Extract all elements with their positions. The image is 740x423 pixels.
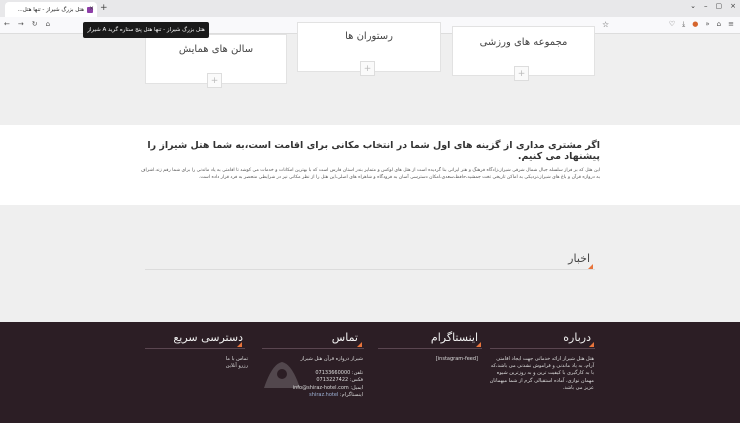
contact-fax: فکس: 0713227422	[316, 377, 363, 384]
contact-instagram-label: اینستاگرام:	[339, 391, 363, 398]
tab-title: هتل بزرگ شیراز - تنها هتل...	[17, 6, 84, 13]
contact-phone: تلفن: 07133660000	[315, 370, 363, 377]
news-divider	[145, 269, 595, 270]
card-sports-plus-icon[interactable]: +	[514, 66, 529, 81]
quick-link-reserve[interactable]: رزرو آنلاین	[168, 363, 248, 370]
footer-instagram-divider	[378, 348, 482, 349]
footer-quick-links: تماس با ما رزرو آنلاین	[168, 356, 248, 370]
contact-instagram-link[interactable]: shiraz.hotel	[309, 392, 338, 398]
footer: درباره هتل هتل شیراز ارائه خدماتی جهت ای…	[0, 322, 740, 423]
overflow-icon[interactable]: »	[705, 20, 709, 29]
footer-about-divider	[490, 348, 595, 349]
maximize-icon[interactable]: ▢	[716, 2, 723, 10]
forward-icon[interactable]: →	[18, 20, 24, 28]
browser-tab-bar: هتل بزرگ شیراز - تنها هتل... × + ⌄ – ▢ ×	[0, 0, 740, 17]
intro-section: اگر مشتری مداری از گزینه های اول شما در …	[0, 125, 740, 205]
new-tab-button[interactable]: +	[100, 2, 108, 14]
footer-about-accent-icon	[589, 342, 594, 347]
contact-address: شیراز دروازه قرآن هتل شیراز	[300, 356, 364, 362]
browser-tab[interactable]: هتل بزرگ شیراز - تنها هتل... ×	[5, 2, 97, 17]
window-close-icon[interactable]: ×	[730, 2, 736, 10]
profile-icon[interactable]: ●	[692, 20, 698, 29]
tab-close-icon[interactable]: ×	[89, 5, 94, 12]
back-icon[interactable]: ←	[4, 20, 10, 28]
home-icon[interactable]: ⌂	[46, 20, 50, 28]
extensions-icon[interactable]: ⌂	[717, 20, 721, 29]
reload-icon[interactable]: ↻	[32, 20, 38, 28]
footer-about-text: هتل هتل شیراز ارائه خدماتی جهت ایجاد اقا…	[489, 356, 594, 391]
window-controls: ⌄ – ▢ ×	[690, 2, 736, 10]
card-sports[interactable]: مجموعه های ورزشی +	[452, 26, 595, 81]
footer-instagram-title: اینستاگرام	[430, 331, 478, 344]
contact-instagram: اینستاگرام: shiraz.hotel	[253, 392, 363, 399]
card-sports-title: مجموعه های ورزشی	[479, 37, 568, 48]
downloads-icon[interactable]: ⤓	[682, 20, 685, 29]
footer-contact-title: تماس	[331, 331, 358, 344]
pocket-icon[interactable]: ♡	[669, 20, 675, 29]
intro-text: این هتل که بر فراز سلسله جبال شمال شرقی …	[140, 168, 600, 180]
minimize-icon[interactable]: –	[704, 2, 708, 10]
card-halls[interactable]: سالن های همایش +	[145, 34, 287, 88]
bookmark-star-icon[interactable]: ☆	[602, 20, 609, 29]
card-halls-title: سالن های همایش	[178, 44, 254, 55]
menu-icon[interactable]: ≡	[728, 20, 734, 29]
contact-email[interactable]: ایمیل: info@shiraz-hotel.com	[253, 385, 363, 392]
footer-quick-accent-icon	[237, 342, 242, 347]
footer-instagram-accent-icon	[476, 342, 481, 347]
tab-tooltip: هتل بزرگ شیراز - تنها هتل پنج ستاره گرید…	[83, 22, 209, 38]
footer-contact-info: شیراز دروازه قرآن هتل شیراز تلفن: 071336…	[253, 356, 363, 399]
footer-quick-title: دسترسی سریع	[173, 331, 243, 344]
card-halls-plus-icon[interactable]: +	[207, 73, 222, 88]
card-restaurants[interactable]: رستوران ها +	[297, 22, 441, 76]
instagram-feed: [instagram-feed]	[435, 356, 478, 362]
tab-list-icon[interactable]: ⌄	[690, 2, 696, 10]
intro-title: اگر مشتری مداری از گزینه های اول شما در …	[147, 140, 600, 162]
footer-contact-accent-icon	[357, 342, 362, 347]
news-title: اخبار	[568, 252, 590, 265]
footer-quick-divider	[145, 348, 245, 349]
footer-contact-divider	[262, 348, 364, 349]
card-restaurants-plus-icon[interactable]: +	[360, 61, 375, 76]
card-restaurants-title: رستوران ها	[345, 31, 393, 42]
footer-about-title: درباره	[563, 331, 591, 344]
